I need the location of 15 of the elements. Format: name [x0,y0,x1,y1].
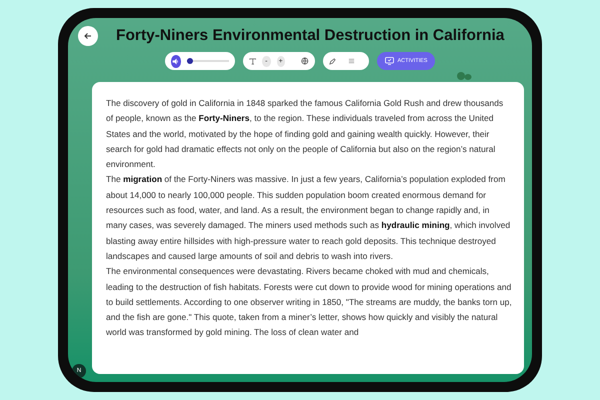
page-title: Forty-Niners Environmental Destruction in California [116,27,504,45]
list-icon[interactable] [348,58,355,64]
font-icon[interactable] [248,56,256,66]
article-paragraph: The migration of the Forty-Niners was massive. In just a few years, California’s population exploded from about 14,000 to nearly 100,000 people. This sudden population boom created enormous demand for resources such as food, water, and land. As a result, the environment began to change rapidly and, in many cases, was severely damaged. The miners used methods such as hydraulic mining, which involved blasting away entire hillsides with high-pressure water to reach gold deposits. This technique destroyed landscapes and caused large amounts of soil and debris to wash into rivers. [106,173,512,263]
speaker-button[interactable] [170,54,182,68]
pencil-icon[interactable] [328,58,336,64]
article-paragraph: The environmental consequences were devastating. Rivers became choked with mud and chemicals, leading to the destruction of fish habitats. Forests were cut down to provide wood for mining operations and to build settlements. According to one observer writing in 1850, "The streams are muddy, the banks torn up, and the fish are gone." This quote, taken from a miner’s letter, shows how quickly and visibly the natural world was transformed by gold mining. The loss of clean water and [106,265,512,340]
speaker-icon [172,58,180,64]
back-button[interactable] [78,26,98,46]
back-arrow-icon [84,32,92,40]
monitor-icon [384,57,394,65]
slider-thumb[interactable] [186,58,193,64]
article-paragraph: The discovery of gold in California in 1848 sparked the famous California Gold Rush and drew thousands of people, known as the Forty-Niners, to the region. These individuals traveled from across the United States and the world, motivated by the hope of finding gold and gaining wealth quickly. However, their search for gold had dramatic effects not only on the people of California but also on the region’s natural environment. [106,97,504,172]
globe-icon[interactable] [300,56,309,66]
bush-icon [456,70,472,80]
